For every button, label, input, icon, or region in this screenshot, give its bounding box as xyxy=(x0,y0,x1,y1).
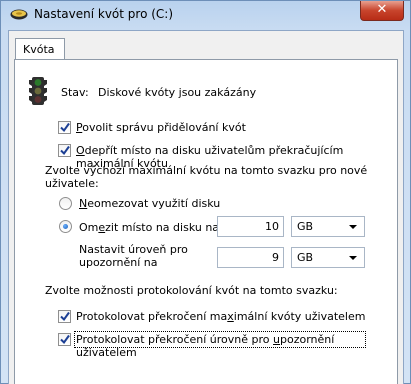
drive-icon xyxy=(10,9,28,20)
accelerator-key: O xyxy=(76,144,85,157)
title-bar[interactable]: Nastavení kvót pro (C:) ✕ xyxy=(1,1,410,29)
default-quota-heading-line2: uživatele: xyxy=(45,177,99,190)
traffic-light-icon xyxy=(29,77,47,105)
log-limit-checkbox[interactable] xyxy=(58,310,71,323)
check-icon xyxy=(60,145,70,156)
logging-heading: Zvolte možnosti protokolování kvót na to… xyxy=(45,284,338,297)
deny-space-checkbox[interactable] xyxy=(58,144,71,157)
chevron-down-icon xyxy=(349,225,357,229)
limit-value-input[interactable]: 10 xyxy=(217,216,284,237)
warning-label-line1: Nastavit úroveň pro xyxy=(79,243,188,256)
default-quota-heading-line1: Zvolte výchozí maximální kvótu na tomto … xyxy=(45,164,368,177)
enable-quota-checkbox[interactable] xyxy=(58,121,71,134)
label-part: ovolit správu přidělování kvót xyxy=(82,121,246,134)
dialog-body: Kvóta Stav: Diskové kvóty jsou zakázány … xyxy=(8,30,404,384)
tab-panel-quota: Stav: Diskové kvóty jsou zakázány Povoli… xyxy=(14,59,398,384)
no-limit-label[interactable]: Neomezovat využití disku xyxy=(79,197,220,210)
status-label: Stav: xyxy=(61,86,89,99)
chevron-down-icon xyxy=(349,256,357,260)
label-part: eomezovat využití disku xyxy=(87,197,221,210)
log-limit-label[interactable]: Protokolovat překročení maximální kvóty … xyxy=(76,310,365,323)
limit-disk-label[interactable]: Omezit místo na disku na xyxy=(79,221,219,234)
warning-label-line2: upozornění na xyxy=(79,256,158,269)
window-title: Nastavení kvót pro (C:) xyxy=(34,7,174,21)
check-icon xyxy=(60,311,70,322)
label-part: imální kvóty uživatelem xyxy=(233,310,366,323)
close-icon: ✕ xyxy=(376,2,388,17)
warning-unit-value: GB xyxy=(297,251,314,264)
check-icon xyxy=(60,334,70,345)
accelerator-key: N xyxy=(79,197,88,210)
label-part: Protokolovat překročení úrovně pro xyxy=(76,333,274,346)
log-warning-checkbox[interactable] xyxy=(58,333,71,346)
limit-unit-select[interactable]: GB xyxy=(291,216,365,237)
no-limit-radio[interactable] xyxy=(59,197,72,210)
limit-unit-value: GB xyxy=(297,220,314,233)
close-button[interactable]: ✕ xyxy=(360,1,404,21)
check-icon xyxy=(60,122,70,133)
warning-unit-select[interactable]: GB xyxy=(291,247,365,268)
enable-quota-label[interactable]: Povolit správu přidělování kvót xyxy=(76,121,246,134)
status-value: Diskové kvóty jsou zakázány xyxy=(98,86,257,99)
log-warning-label[interactable]: Protokolovat překročení úrovně pro upozo… xyxy=(76,333,397,359)
label-part: Protokolovat překročení ma xyxy=(76,310,228,323)
limit-disk-radio[interactable] xyxy=(59,220,72,233)
tab-quota[interactable]: Kvóta xyxy=(15,38,65,60)
accelerator-key: u xyxy=(273,333,281,346)
quota-settings-window: Nastavení kvót pro (C:) ✕ Kvóta Stav: Di… xyxy=(0,0,411,384)
label-part: zit místo na disku na xyxy=(105,221,220,234)
tab-quota-label: Kvóta xyxy=(23,43,55,56)
warning-value-input[interactable]: 9 xyxy=(217,247,284,268)
label-part: Om xyxy=(79,221,99,234)
